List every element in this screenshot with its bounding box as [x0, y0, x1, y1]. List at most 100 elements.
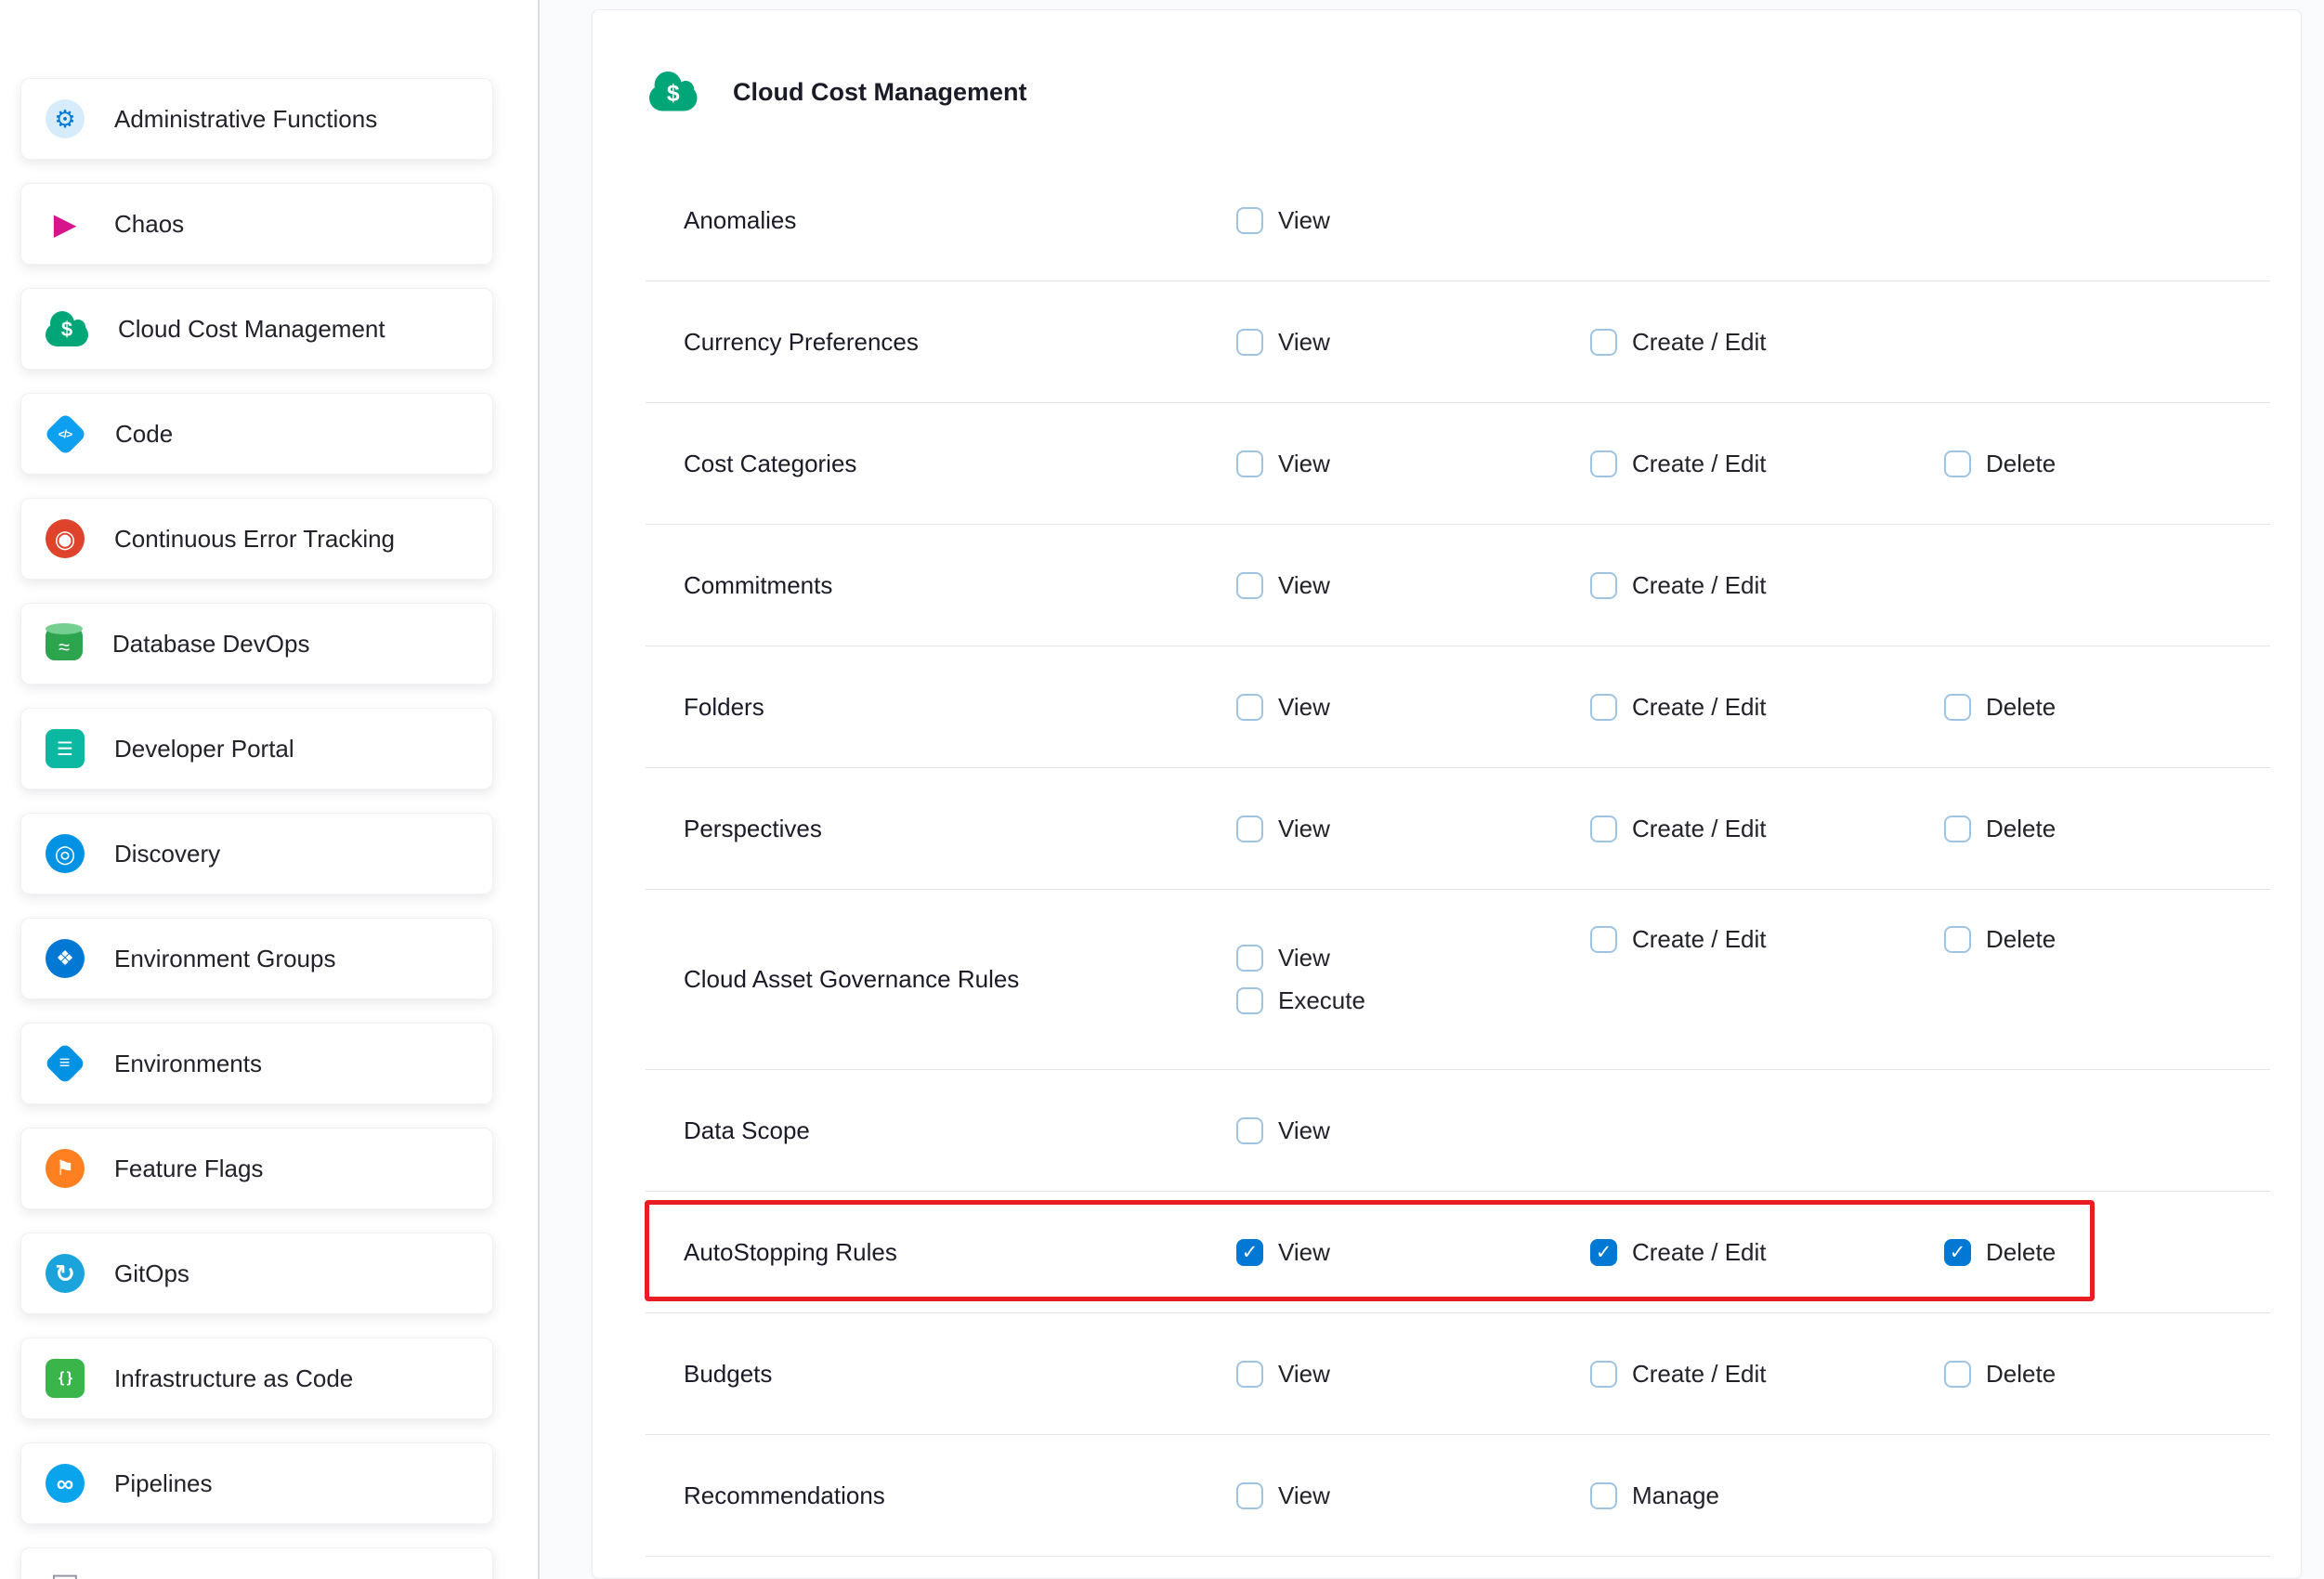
sidebar-item-cloud-cost-management[interactable]: Cloud Cost Management: [20, 288, 493, 370]
sidebar-item-code[interactable]: Code: [20, 393, 493, 475]
create-edit-checkbox[interactable]: Create / Edit: [1590, 450, 1767, 478]
sidebar-item-database-devops[interactable]: Database DevOps: [20, 603, 493, 685]
sidebar-item-continuous-error-tracking[interactable]: Continuous Error Tracking: [20, 498, 493, 580]
delete-checkbox[interactable]: Delete: [1944, 450, 2056, 478]
permission-row-commitments: Commitments View Create / Edit: [646, 525, 2270, 646]
permission-row-autostopping-rules: AutoStopping Rules View Create / Edit: [646, 1192, 2270, 1313]
permission-row-cost-categories: Cost Categories View Create / Edit: [646, 403, 2270, 525]
environment-groups-icon: [46, 939, 85, 978]
view-checkbox[interactable]: View: [1236, 1360, 1330, 1389]
sidebar-item-administrative-functions[interactable]: Administrative Functions: [20, 78, 493, 160]
sidebar-item-label: Discovery: [114, 840, 220, 868]
permission-row-anomalies: Anomalies View: [646, 160, 2270, 281]
sidebar-item-label: Environments: [114, 1050, 262, 1078]
delete-checkbox[interactable]: Delete: [1944, 1238, 2056, 1267]
sidebar-item-label: GitOps: [114, 1259, 189, 1288]
sidebar-item-environment-groups[interactable]: Environment Groups: [20, 918, 493, 999]
view-checkbox[interactable]: View: [1236, 571, 1330, 600]
developer-portal-icon: [46, 729, 85, 768]
cloud-dollar-icon: [46, 323, 88, 346]
permission-rows: Anomalies View Currency Preferences View: [646, 160, 2270, 1557]
checkbox-icon[interactable]: [1236, 694, 1263, 721]
checkbox-icon[interactable]: [1236, 1361, 1263, 1388]
gear-icon: [46, 99, 85, 138]
create-edit-checkbox[interactable]: Create / Edit: [1590, 571, 1767, 600]
checkbox-icon[interactable]: [1236, 987, 1263, 1014]
sidebar-item-discovery[interactable]: Discovery: [20, 813, 493, 894]
create-edit-checkbox[interactable]: Create / Edit: [1590, 1238, 1767, 1267]
checkbox-icon[interactable]: [1590, 1239, 1617, 1266]
permissions-page: Administrative Functions Chaos Cloud Cos…: [0, 0, 2324, 1579]
checkbox-icon[interactable]: [1236, 1239, 1263, 1266]
create-edit-checkbox[interactable]: Create / Edit: [1590, 815, 1767, 843]
checkbox-icon[interactable]: [1944, 1239, 1971, 1266]
create-edit-checkbox[interactable]: Create / Edit: [1590, 1360, 1767, 1389]
checkbox-icon[interactable]: [1944, 694, 1971, 721]
permission-row-label: Cost Categories: [684, 450, 1236, 478]
checkbox-icon[interactable]: [1236, 1117, 1263, 1144]
checkbox-icon[interactable]: [1590, 1361, 1617, 1388]
sidebar-item-feature-flags[interactable]: Feature Flags: [20, 1128, 493, 1209]
sidebar-item-label: Code: [115, 420, 173, 449]
error-tracking-icon: [46, 519, 85, 558]
checkbox-icon[interactable]: [1590, 926, 1617, 953]
checkbox-icon[interactable]: [1590, 329, 1617, 356]
sidebar-item-label: Pipelines: [114, 1469, 213, 1498]
delete-checkbox[interactable]: Delete: [1944, 1360, 2056, 1389]
create-edit-checkbox[interactable]: Create / Edit: [1590, 693, 1767, 722]
sidebar-item-pipelines[interactable]: Pipelines: [20, 1442, 493, 1524]
checkbox-icon[interactable]: [1944, 1361, 1971, 1388]
checkbox-icon[interactable]: [1944, 816, 1971, 842]
sidebar-divider: [538, 0, 540, 1579]
checkbox-icon[interactable]: [1590, 694, 1617, 721]
sidebar-item-developer-portal[interactable]: Developer Portal: [20, 708, 493, 790]
permission-row-label: Recommendations: [684, 1481, 1236, 1510]
database-icon: [46, 627, 83, 660]
sidebar-item-label: Continuous Error Tracking: [114, 525, 395, 554]
permission-row-label: AutoStopping Rules: [684, 1238, 1236, 1267]
checkbox-icon[interactable]: [1590, 450, 1617, 477]
create-edit-checkbox[interactable]: Create / Edit: [1590, 925, 1767, 954]
view-checkbox[interactable]: View: [1236, 815, 1330, 843]
checkbox-icon[interactable]: [1236, 329, 1263, 356]
delete-checkbox[interactable]: Delete: [1944, 693, 2056, 722]
delete-checkbox[interactable]: Delete: [1944, 815, 2056, 843]
checkbox-icon[interactable]: [1236, 450, 1263, 477]
permission-row-currency-preferences: Currency Preferences View Create / Edit: [646, 281, 2270, 403]
sidebar-item-gitops[interactable]: GitOps: [20, 1233, 493, 1314]
execute-checkbox[interactable]: Execute: [1236, 986, 1365, 1015]
view-checkbox[interactable]: View: [1236, 944, 1330, 972]
sidebar-item-infrastructure-as-code[interactable]: Infrastructure as Code: [20, 1338, 493, 1419]
sidebar-item-label: Feature Flags: [114, 1155, 263, 1183]
view-checkbox[interactable]: View: [1236, 1481, 1330, 1510]
view-checkbox[interactable]: View: [1236, 450, 1330, 478]
view-checkbox[interactable]: View: [1236, 206, 1330, 235]
manage-checkbox[interactable]: Manage: [1590, 1481, 1719, 1510]
view-checkbox[interactable]: View: [1236, 1116, 1330, 1145]
sidebar-item-policies[interactable]: Policies: [20, 1547, 493, 1579]
view-checkbox[interactable]: View: [1236, 328, 1330, 357]
checkbox-icon[interactable]: [1236, 572, 1263, 599]
view-checkbox[interactable]: View: [1236, 1238, 1330, 1267]
checkbox-icon[interactable]: [1590, 572, 1617, 599]
infrastructure-code-icon: [46, 1359, 85, 1398]
checkbox-icon[interactable]: [1944, 926, 1971, 953]
permission-row-label: Budgets: [684, 1360, 1236, 1389]
permission-row-perspectives: Perspectives View Create / Edit: [646, 768, 2270, 890]
delete-checkbox[interactable]: Delete: [1944, 925, 2056, 954]
permission-row-label: Folders: [684, 693, 1236, 722]
feature-flag-icon: [46, 1149, 85, 1188]
checkbox-icon[interactable]: [1590, 816, 1617, 842]
checkbox-icon[interactable]: [1236, 207, 1263, 234]
checkbox-icon[interactable]: [1236, 816, 1263, 842]
permission-row-folders: Folders View Create / Edit: [646, 646, 2270, 768]
sidebar-item-environments[interactable]: Environments: [20, 1023, 493, 1104]
view-checkbox[interactable]: View: [1236, 693, 1330, 722]
checkbox-icon[interactable]: [1236, 945, 1263, 972]
checkbox-icon[interactable]: [1944, 450, 1971, 477]
checkbox-icon[interactable]: [1590, 1482, 1617, 1509]
sidebar-item-chaos[interactable]: Chaos: [20, 183, 493, 265]
create-edit-checkbox[interactable]: Create / Edit: [1590, 328, 1767, 357]
sidebar-item-label: Cloud Cost Management: [118, 315, 385, 344]
checkbox-icon[interactable]: [1236, 1482, 1263, 1509]
